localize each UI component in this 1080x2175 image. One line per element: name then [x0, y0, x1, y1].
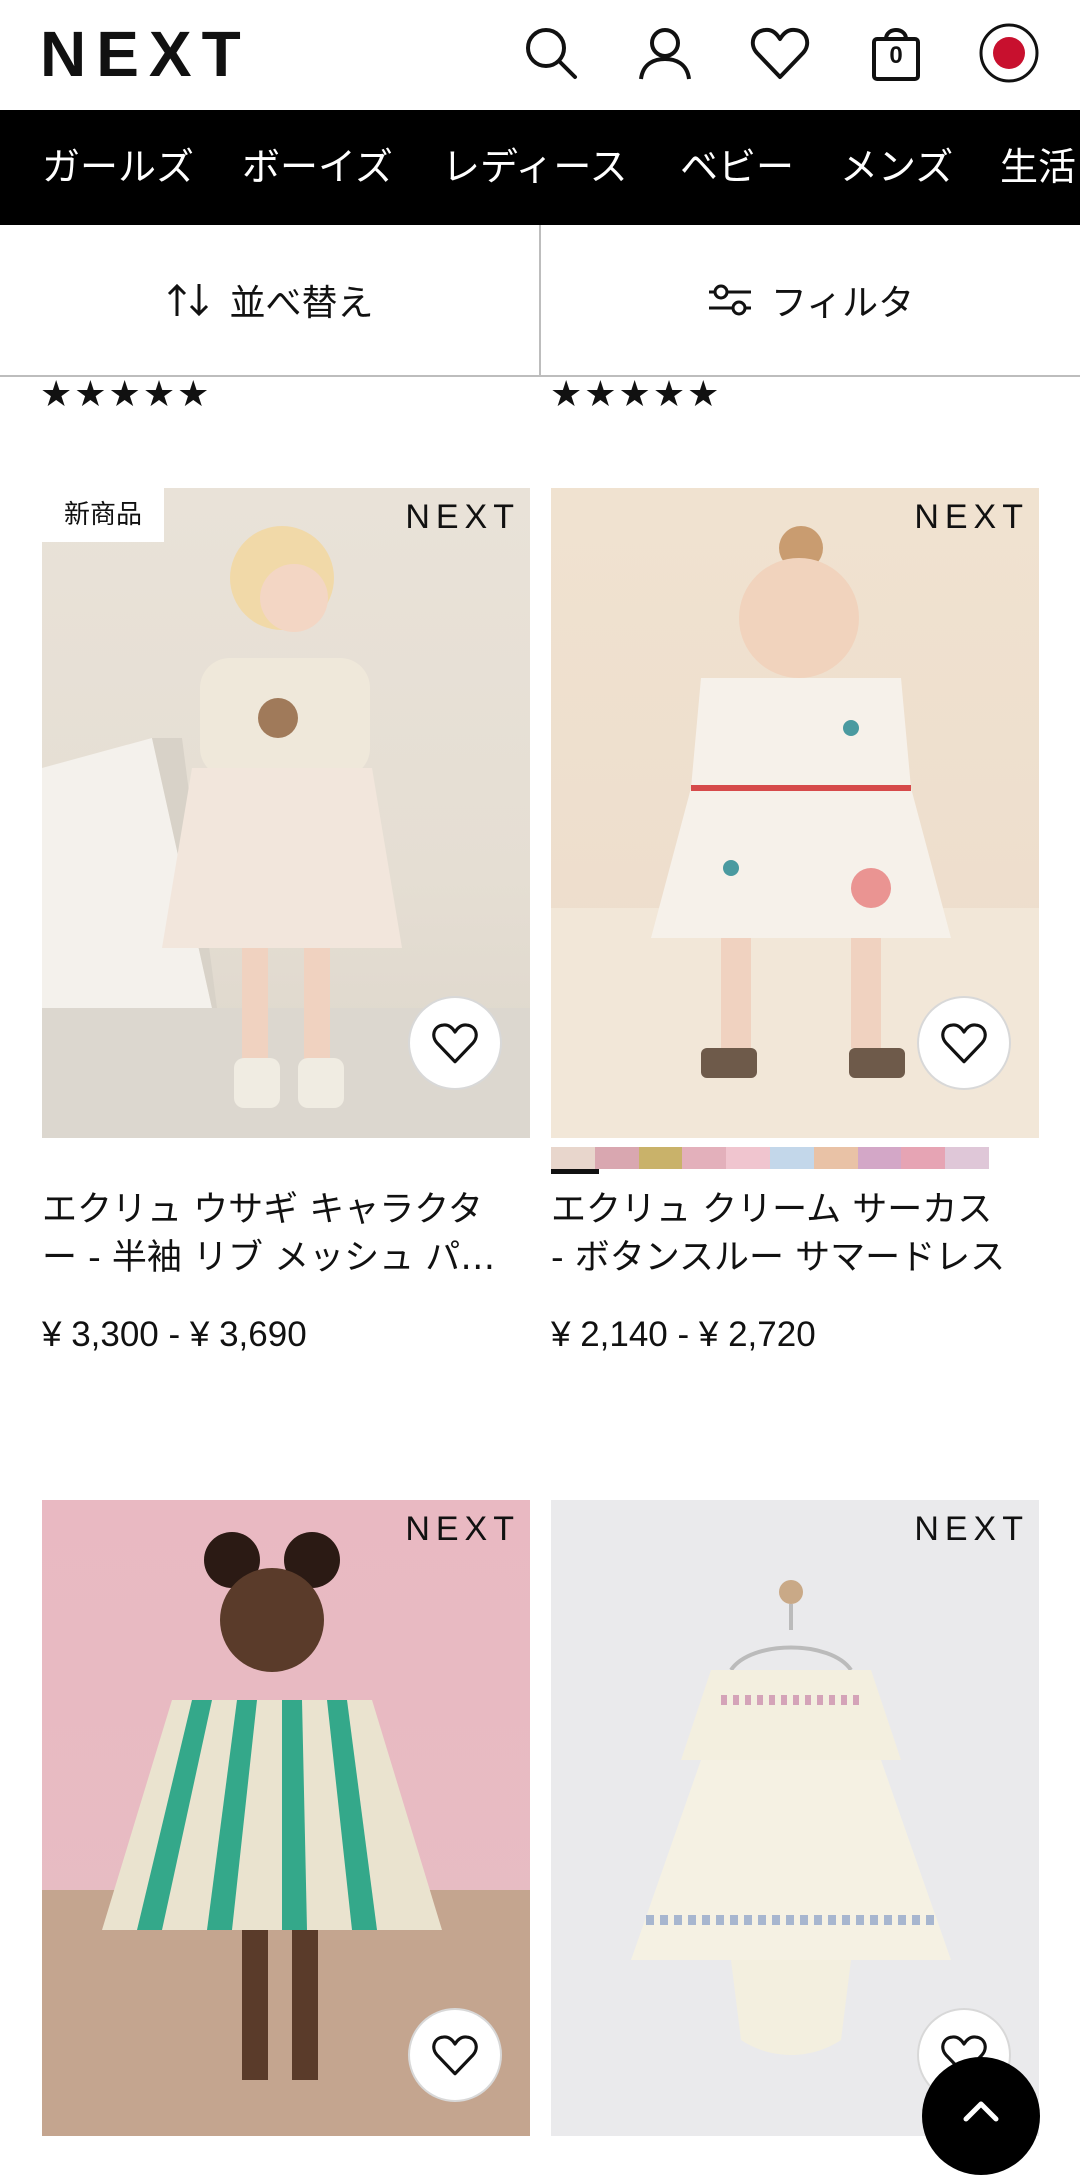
nav-item-baby[interactable]: ベビー [680, 110, 794, 225]
add-to-favourites-button[interactable] [919, 998, 1009, 1088]
account-icon[interactable] [630, 18, 700, 88]
nav-item-home[interactable]: 生活 [1000, 110, 1076, 225]
heart-icon[interactable] [745, 18, 815, 88]
rating-stars: ★★★★★ [40, 374, 212, 415]
category-nav: ガールズ ボーイズ レディース ベビー メンズ 生活 [0, 110, 1080, 225]
chevron-up-icon [963, 2101, 999, 2122]
nav-item-mens[interactable]: メンズ [840, 110, 953, 225]
heart-icon [432, 1023, 478, 1064]
bag-count: 0 [889, 42, 903, 69]
product-title-line1: エクリュ ウサギ キャラクタ [42, 1190, 483, 1230]
nav-item-ladies[interactable]: レディース [442, 110, 627, 225]
sort-arrows-icon [168, 283, 209, 317]
product-title-line2: ー - 半袖 リブ メッシュ パーティーワンピース [42, 1238, 530, 1278]
add-to-favourites-button[interactable] [410, 998, 500, 1088]
product-title-line2: - ボタンスルー サマードレス [551, 1238, 1006, 1278]
selected-swatch-indicator [551, 1169, 599, 1174]
sort-label: 並べ替え [229, 283, 374, 324]
product-title-line1: エクリュ クリーム サーカス [551, 1190, 993, 1230]
rating-stars: ★★★★★ [550, 374, 722, 415]
brand-mark: NEXT [405, 1510, 520, 1548]
filter-button[interactable]: フィルタ [541, 225, 1080, 375]
product-image[interactable]: NEXT [42, 1500, 530, 2136]
site-header: NEXT 0 [0, 0, 1080, 110]
product-image[interactable]: NEXT [551, 488, 1039, 1138]
japan-flag-icon[interactable] [974, 18, 1044, 88]
heart-icon [941, 1023, 987, 1064]
product-price: ¥ 2,140 - ¥ 2,720 [551, 1315, 816, 1354]
brand-mark: NEXT [914, 1510, 1029, 1548]
next-logo[interactable]: NEXT [40, 14, 251, 94]
product-title[interactable]: エクリュ ウサギ キャラクタ ー - 半袖 リブ メッシュ パーティーワンピース [42, 1186, 530, 1282]
product-image[interactable]: 新商品 NEXT [42, 488, 530, 1138]
brand-mark: NEXT [405, 498, 520, 536]
heart-icon [432, 2035, 478, 2076]
nav-item-boys[interactable]: ボーイズ [242, 110, 393, 225]
filter-label: フィルタ [770, 283, 915, 324]
search-icon[interactable] [516, 18, 586, 88]
product-title[interactable]: エクリュ クリーム サーカス - ボタンスルー サマードレス [551, 1186, 1039, 1282]
sort-button[interactable]: 並べ替え [0, 225, 539, 375]
bag-icon[interactable]: 0 [861, 18, 931, 88]
sort-filter-bar: 並べ替え フィルタ [0, 225, 1080, 377]
nav-item-girls[interactable]: ガールズ [42, 110, 194, 225]
product-image[interactable]: NEXT [551, 1500, 1039, 2136]
brand-mark: NEXT [914, 498, 1029, 536]
colour-swatch-strip[interactable] [551, 1147, 989, 1169]
filter-sliders-icon [708, 284, 751, 316]
scroll-to-top-button[interactable] [922, 2057, 1040, 2175]
product-price: ¥ 3,300 - ¥ 3,690 [42, 1315, 307, 1354]
new-product-badge: 新商品 [42, 488, 164, 542]
add-to-favourites-button[interactable] [410, 2010, 500, 2100]
